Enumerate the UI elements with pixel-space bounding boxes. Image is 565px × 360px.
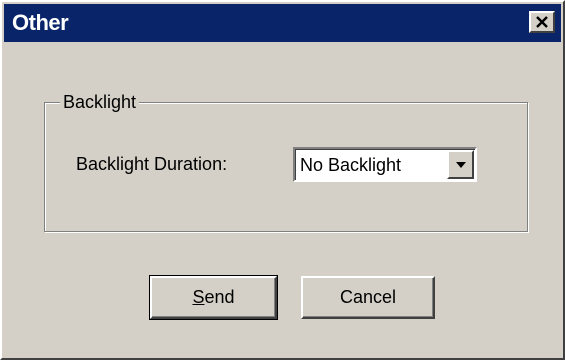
title-bar[interactable]: Other <box>4 4 561 42</box>
close-icon <box>536 16 548 28</box>
dropdown-arrow-button[interactable] <box>447 150 474 179</box>
send-button[interactable]: Send <box>149 275 278 320</box>
close-button[interactable] <box>529 11 555 33</box>
backlight-group-legend: Backlight <box>60 92 140 112</box>
window-title: Other <box>12 10 69 35</box>
backlight-duration-value: No Backlight <box>300 155 402 175</box>
cancel-button-label: Cancel <box>339 287 397 307</box>
cancel-button[interactable]: Cancel <box>301 276 435 319</box>
send-button-mnemonic: S <box>192 287 205 307</box>
send-button-label: end <box>204 287 235 307</box>
chevron-down-icon <box>456 162 466 168</box>
backlight-duration-label: Backlight Duration: <box>76 154 228 174</box>
dialog-window: Other Backlight Backlight Duration: No B… <box>0 0 565 360</box>
backlight-duration-dropdown[interactable]: No Backlight <box>293 147 477 182</box>
